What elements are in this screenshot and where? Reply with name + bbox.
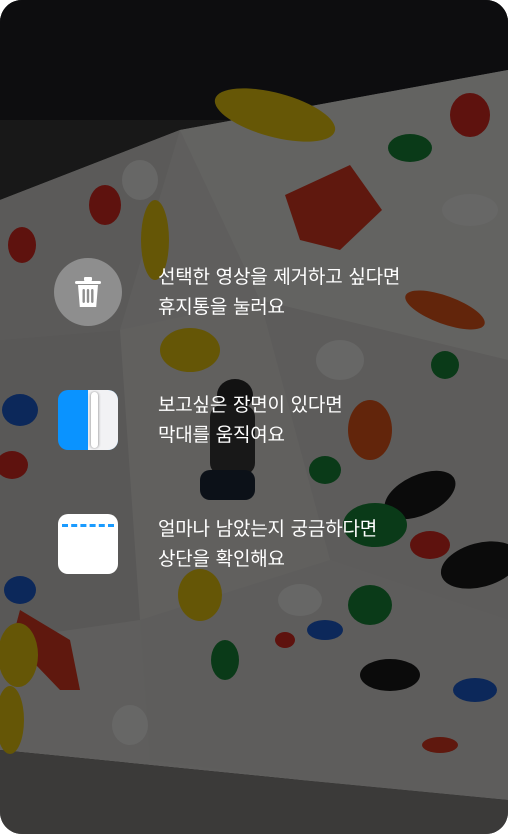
tip-delete-line-1: 선택한 영상을 제거하고 싶다면 — [158, 266, 401, 288]
trim-bar[interactable] — [58, 390, 118, 450]
tip-trim-text: 보고싶은 장면이 있다면 막대를 움직여요 — [158, 390, 343, 450]
tip-trim-line-1: 보고싶은 장면이 있다면 — [158, 394, 343, 416]
trash-button[interactable] — [54, 258, 122, 326]
guide-screen: 선택한 영상을 제거하고 싶다면 휴지통을 눌러요 보고싶은 장면이 있다면 막… — [0, 0, 508, 834]
progress-indicator — [58, 514, 118, 574]
tip-delete-line-2: 휴지통을 눌러요 — [158, 296, 285, 318]
tip-trim: 보고싶은 장면이 있다면 막대를 움직여요 — [58, 390, 478, 450]
tip-progress-line-2: 상단을 확인해요 — [158, 548, 285, 570]
progress-dashes — [62, 524, 114, 527]
tip-progress-text: 얼마나 남았는지 궁금하다면 상단을 확인해요 — [158, 514, 377, 574]
progress-indicator-icon — [58, 514, 118, 574]
trim-handle[interactable] — [91, 392, 98, 448]
trash-icon — [54, 258, 122, 326]
tip-progress-line-1: 얼마나 남았는지 궁금하다면 — [158, 518, 378, 540]
trim-bar-icon — [58, 390, 118, 450]
tip-progress: 얼마나 남았는지 궁금하다면 상단을 확인해요 — [58, 514, 478, 574]
tip-delete-text: 선택한 영상을 제거하고 싶다면 휴지통을 눌러요 — [158, 262, 400, 322]
tip-delete: 선택한 영상을 제거하고 싶다면 휴지통을 눌러요 — [54, 258, 478, 326]
tip-trim-line-2: 막대를 움직여요 — [158, 424, 285, 446]
